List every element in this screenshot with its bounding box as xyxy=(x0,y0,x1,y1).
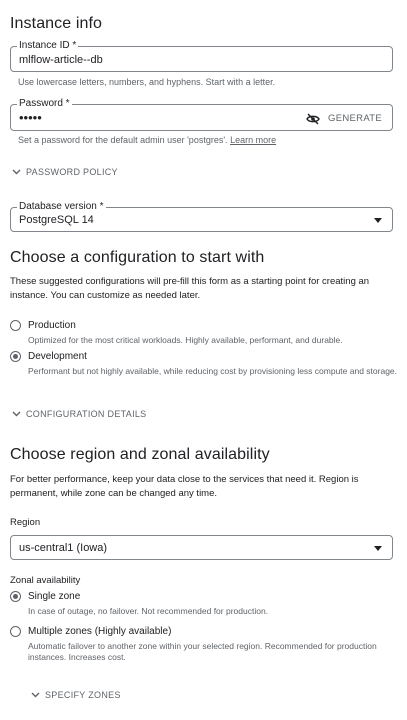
zone-option-single[interactable]: Single zone In case of outage, no failov… xyxy=(10,590,398,617)
chevron-down-icon xyxy=(12,169,21,175)
dropdown-arrow-icon xyxy=(374,217,382,223)
instance-id-hint: Use lowercase letters, numbers, and hyph… xyxy=(18,77,276,87)
database-version-select[interactable]: Database version * PostgreSQL 14 xyxy=(10,201,393,232)
region-label: Region xyxy=(10,517,41,528)
chevron-down-icon xyxy=(12,411,21,417)
production-label: Production xyxy=(28,320,76,331)
zonal-availability-label: Zonal availability xyxy=(10,575,81,586)
single-zone-label: Single zone xyxy=(28,591,81,602)
visibility-off-icon[interactable] xyxy=(306,112,320,130)
database-version-value: PostgreSQL 14 xyxy=(19,214,94,226)
password-policy-label: PASSWORD POLICY xyxy=(26,167,118,177)
config-option-development[interactable]: Development Performant but not highly av… xyxy=(10,350,398,377)
instance-id-field[interactable]: Instance ID * mlflow-article--db xyxy=(10,40,393,72)
development-description: Performant but not highly available, whi… xyxy=(28,366,398,376)
multiple-zones-description: Automatic failover to another zone withi… xyxy=(28,641,377,662)
instance-id-label: Instance ID * xyxy=(17,40,79,52)
config-option-production[interactable]: Production Optimized for the most critic… xyxy=(10,319,398,346)
password-hint: Set a password for the default admin use… xyxy=(18,135,276,145)
dropdown-arrow-icon xyxy=(374,545,382,551)
region-description: For better performance, keep your data c… xyxy=(10,474,359,499)
configuration-details-expander[interactable]: CONFIGURATION DETAILS xyxy=(12,409,146,419)
password-hint-text: Set a password for the default admin use… xyxy=(18,135,228,145)
development-label: Development xyxy=(28,351,87,362)
multiple-zones-label: Multiple zones (Highly available) xyxy=(28,626,172,637)
instance-id-value: mlflow-article--db xyxy=(19,54,103,66)
learn-more-link[interactable]: Learn more xyxy=(230,135,276,145)
region-value: us-central1 (Iowa) xyxy=(19,542,108,554)
generate-password-button[interactable]: GENERATE xyxy=(328,113,382,124)
single-zone-radio[interactable] xyxy=(10,591,21,602)
password-policy-expander[interactable]: PASSWORD POLICY xyxy=(12,167,118,177)
configuration-description: These suggested configurations will pre-… xyxy=(10,276,370,301)
chevron-down-icon xyxy=(31,692,40,698)
development-radio[interactable] xyxy=(10,351,21,362)
section-title-instance-info: Instance info xyxy=(10,15,103,32)
region-select[interactable]: us-central1 (Iowa) xyxy=(10,535,393,560)
zone-option-multiple[interactable]: Multiple zones (Highly available) Automa… xyxy=(10,625,398,663)
production-radio[interactable] xyxy=(10,320,21,331)
section-title-region: Choose region and zonal availability xyxy=(10,446,270,463)
specify-zones-label: SPECIFY ZONES xyxy=(45,690,121,700)
specify-zones-expander[interactable]: SPECIFY ZONES xyxy=(31,690,121,700)
password-label: Password * xyxy=(17,98,72,110)
section-title-configuration: Choose a configuration to start with xyxy=(10,249,265,266)
production-description: Optimized for the most critical workload… xyxy=(28,335,343,345)
password-field[interactable]: Password * ••••• GENERATE xyxy=(10,98,393,131)
configuration-details-label: CONFIGURATION DETAILS xyxy=(26,409,147,419)
database-version-label: Database version * xyxy=(17,201,106,213)
password-value: ••••• xyxy=(19,110,42,125)
single-zone-description: In case of outage, no failover. Not reco… xyxy=(28,606,269,616)
multiple-zones-radio[interactable] xyxy=(10,626,21,637)
